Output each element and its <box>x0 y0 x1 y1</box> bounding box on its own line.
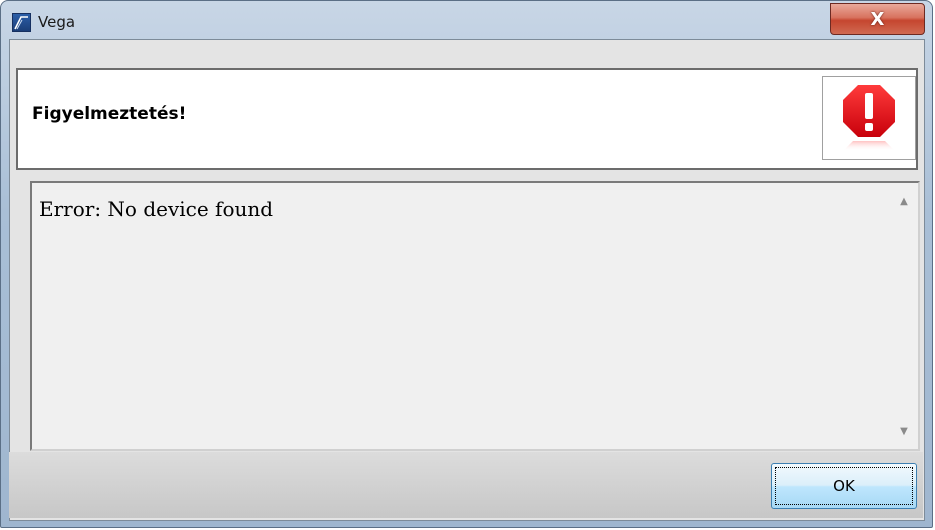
message-textbox[interactable]: Error: No device found ▲ ▼ <box>30 181 920 451</box>
scroll-down-arrow-icon[interactable]: ▼ <box>890 419 918 443</box>
close-button[interactable]: X <box>830 3 925 35</box>
close-icon: X <box>870 8 885 30</box>
vega-app-icon <box>12 13 31 32</box>
scroll-up-arrow-icon[interactable]: ▲ <box>890 189 918 213</box>
header-panel: Figyelmeztetés! <box>16 68 918 170</box>
header-title: Figyelmeztetés! <box>32 104 187 124</box>
warning-icon-frame <box>822 76 916 160</box>
message-text: Error: No device found <box>39 197 274 221</box>
title-bar[interactable]: Vega X <box>1 1 932 39</box>
ok-button[interactable]: OK <box>771 463 917 509</box>
vertical-scrollbar[interactable]: ▲ ▼ <box>890 183 918 449</box>
window-title: Vega <box>38 13 76 31</box>
ok-button-label: OK <box>833 477 855 495</box>
error-stop-icon <box>843 85 895 151</box>
